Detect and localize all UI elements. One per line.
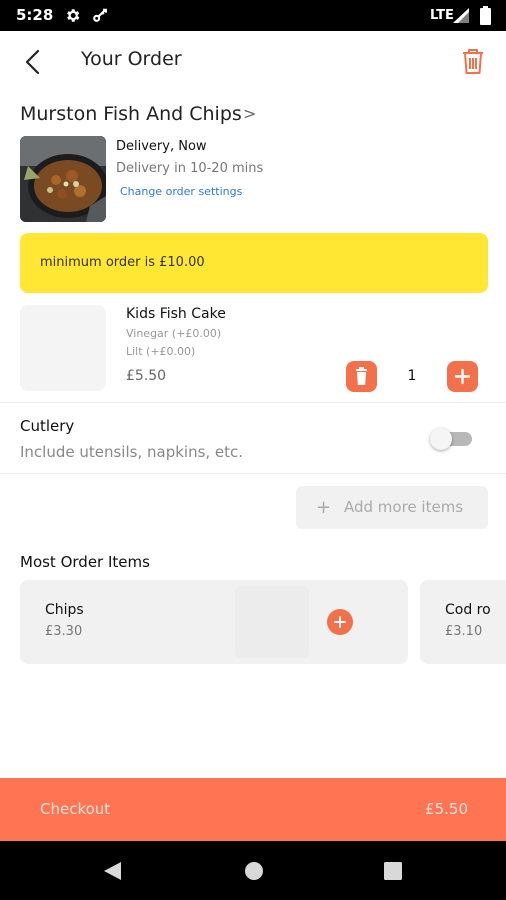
- most-ordered-card[interactable]: Cod ro £3.10: [420, 580, 506, 664]
- restaurant-name[interactable]: Murston Fish And Chips: [20, 103, 242, 125]
- cutlery-subtitle: Include utensils, napkins, etc.: [20, 443, 244, 461]
- delivery-time: Delivery in 10-20 mins: [116, 161, 264, 176]
- card-item-price: £3.10: [445, 624, 483, 639]
- add-more-items-button[interactable]: + Add more items: [296, 486, 488, 529]
- minimum-order-text: minimum order is £10.00: [40, 255, 205, 270]
- trash-icon: [356, 367, 367, 385]
- vpn-key-icon: [93, 8, 107, 22]
- restaurant-image: [20, 136, 106, 222]
- nav-back-icon[interactable]: [101, 860, 123, 882]
- minimum-order-banner: minimum order is £10.00: [20, 233, 488, 293]
- top-app-bar: Your Order: [0, 31, 506, 91]
- add-more-items-label: Add more items: [344, 498, 464, 516]
- back-arrow-icon[interactable]: [18, 47, 48, 77]
- cutlery-title: Cutlery: [20, 417, 75, 435]
- page-title: Your Order: [81, 48, 182, 70]
- food-dish-image: [20, 136, 106, 222]
- checkout-label: Checkout: [40, 800, 111, 818]
- cutlery-toggle[interactable]: [430, 428, 474, 450]
- clear-cart-trash-icon[interactable]: [460, 48, 486, 75]
- divider: [0, 402, 506, 403]
- plus-icon: [454, 368, 471, 385]
- remove-item-button[interactable]: [346, 361, 377, 392]
- plus-icon: +: [316, 497, 332, 518]
- settings-gear-icon: [67, 9, 80, 22]
- network-type: LTE: [430, 8, 454, 23]
- checkout-total: £5.50: [425, 800, 468, 818]
- nav-recents-icon[interactable]: [384, 862, 402, 880]
- plus-icon: [334, 616, 346, 628]
- item-quantity: 1: [407, 368, 417, 384]
- increase-quantity-button[interactable]: [447, 361, 478, 392]
- delivery-mode: Delivery, Now: [116, 139, 207, 154]
- chevron-right-icon[interactable]: >: [243, 104, 256, 123]
- checkout-button[interactable]: Checkout £5.50: [0, 778, 506, 841]
- card-item-name: Chips: [45, 602, 84, 618]
- status-bar: 5:28 LTE: [0, 0, 506, 31]
- divider: [0, 473, 506, 474]
- item-option: Lilt (+£0.00): [126, 345, 196, 358]
- item-price: £5.50: [126, 368, 167, 384]
- card-item-name: Cod ro: [445, 602, 491, 618]
- toggle-knob: [430, 428, 452, 450]
- most-ordered-title: Most Order Items: [20, 553, 150, 571]
- item-thumbnail: [20, 305, 106, 391]
- status-time: 5:28: [16, 6, 54, 24]
- change-order-settings-link[interactable]: Change order settings: [120, 185, 242, 198]
- add-to-cart-button[interactable]: [327, 609, 353, 635]
- nav-home-icon[interactable]: [244, 861, 264, 881]
- item-name: Kids Fish Cake: [126, 306, 226, 322]
- card-item-image: [235, 586, 309, 658]
- card-item-price: £3.30: [45, 624, 83, 639]
- most-ordered-card[interactable]: Chips £3.30: [20, 580, 408, 664]
- item-option: Vinegar (+£0.00): [126, 327, 222, 340]
- signal-icon: [453, 8, 469, 23]
- battery-icon: [480, 6, 491, 25]
- system-navigation-bar: [0, 841, 506, 900]
